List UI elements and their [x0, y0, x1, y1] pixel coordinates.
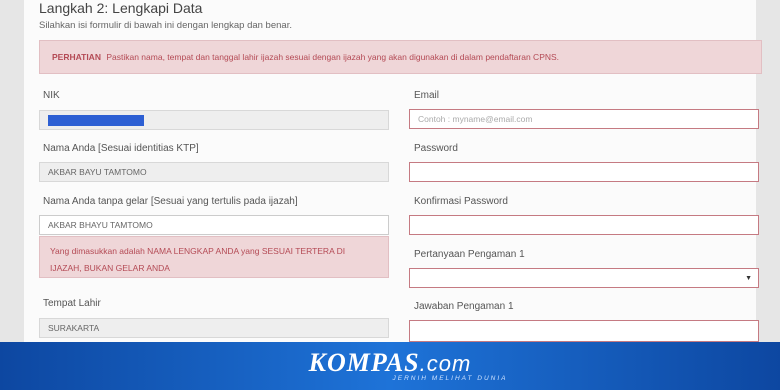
name-ktp-field: AKBAR BAYU TAMTOMO	[39, 162, 389, 182]
left-margin	[0, 0, 24, 342]
confirm-password-input[interactable]	[409, 215, 759, 235]
kompas-tagline: JERNIH MELIHAT DUNIA	[392, 375, 508, 382]
attention-label: PERHATIAN	[52, 52, 101, 62]
page-subtitle: Silahkan isi formulir di bawah ini denga…	[39, 20, 292, 31]
email-placeholder: Contoh : myname@email.com	[418, 114, 533, 124]
nik-label: NIK	[43, 90, 60, 101]
name-ktp-label: Nama Anda [Sesuai identitias KTP]	[43, 143, 199, 154]
page-title: Langkah 2: Lengkapi Data	[39, 0, 203, 16]
name-warning: Yang dimasukkan adalah NAMA LENGKAP ANDA…	[39, 236, 389, 278]
security-answer-input[interactable]	[409, 320, 759, 342]
security-answer-label: Jawaban Pengaman 1	[414, 301, 514, 312]
nik-redacted	[48, 114, 144, 126]
attention-alert: PERHATIAN Pastikan nama, tempat dan tang…	[39, 40, 762, 74]
name-ijazah-label: Nama Anda tanpa gelar [Sesuai yang tertu…	[43, 196, 298, 207]
email-input[interactable]: Contoh : myname@email.com	[409, 109, 759, 129]
chevron-down-icon: ▼	[745, 275, 752, 282]
security-question-select[interactable]: ▼	[409, 268, 759, 288]
kompas-logo: KOMPAS.com	[308, 348, 472, 377]
kompas-banner: KOMPAS.com JERNIH MELIHAT DUNIA	[0, 342, 780, 390]
email-label: Email	[414, 90, 440, 101]
birthplace-field: SURAKARTA	[39, 318, 389, 338]
attention-text: Pastikan nama, tempat dan tanggal lahir …	[106, 52, 560, 62]
security-question-label: Pertanyaan Pengaman 1	[414, 249, 525, 260]
birthplace-label: Tempat Lahir	[43, 298, 101, 309]
nik-field	[39, 110, 389, 130]
password-input[interactable]	[409, 162, 759, 182]
form-page: Langkah 2: Lengkapi Data Silahkan isi fo…	[0, 0, 780, 342]
name-ijazah-input[interactable]: AKBAR BHAYU TAMTOMO	[39, 215, 389, 235]
confirm-password-label: Konfirmasi Password	[414, 196, 508, 207]
password-label: Password	[414, 143, 458, 154]
